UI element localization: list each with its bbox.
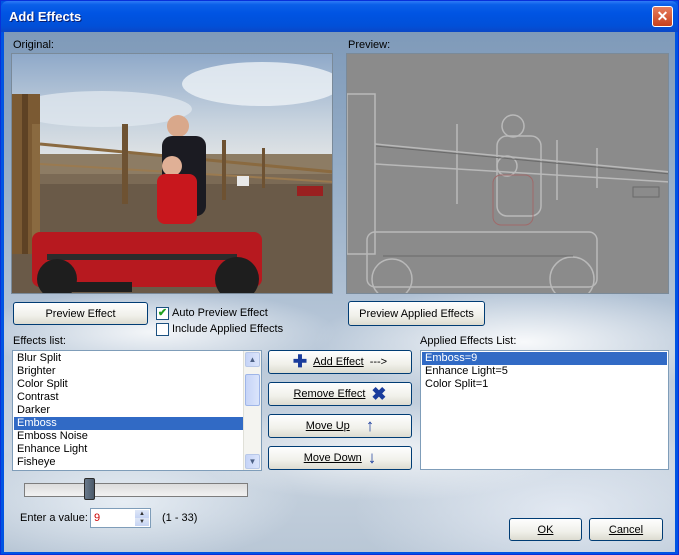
arrow-up-icon: ↑ xyxy=(365,416,375,435)
remove-effect-button[interactable]: Remove Effect ✖ xyxy=(268,382,412,406)
list-item[interactable]: Color Split xyxy=(14,378,244,391)
list-item[interactable]: Brighter xyxy=(14,365,244,378)
arrow-down-icon: ↓ xyxy=(367,448,377,467)
window-title: Add Effects xyxy=(9,9,82,24)
list-item[interactable]: Enhance Light=5 xyxy=(422,365,667,378)
original-photo xyxy=(12,54,332,293)
ok-label: OK xyxy=(537,523,554,536)
value-spinner[interactable]: 9 ▲ ▼ xyxy=(90,508,151,528)
value-input[interactable]: 9 xyxy=(94,512,100,524)
title-bar: Add Effects ✕ xyxy=(1,1,678,32)
list-item-selected[interactable]: Emboss xyxy=(14,417,244,430)
plus-icon: ✚ xyxy=(292,352,308,371)
list-item[interactable]: Darker xyxy=(14,404,244,417)
applied-list-label: Applied Effects List: xyxy=(420,335,517,347)
auto-preview-checkbox[interactable]: ✔ xyxy=(156,307,169,320)
spin-down-icon[interactable]: ▼ xyxy=(135,518,149,526)
include-applied-checkbox[interactable] xyxy=(156,323,169,336)
scroll-up-icon[interactable]: ▲ xyxy=(245,352,260,367)
value-label: Enter a value: xyxy=(20,512,88,524)
applied-effects-listbox[interactable]: Emboss=9 Enhance Light=5 Color Split=1 xyxy=(420,350,669,470)
arrow-right-icon: ---> xyxy=(369,356,388,368)
list-item[interactable]: Blur Split xyxy=(14,352,244,365)
preview-label: Preview: xyxy=(348,39,391,51)
value-slider-thumb[interactable] xyxy=(84,478,95,500)
spin-up-icon[interactable]: ▲ xyxy=(135,510,149,518)
close-icon: ✕ xyxy=(656,8,669,24)
preview-applied-label: Preview Applied Effects xyxy=(359,307,474,320)
include-applied-label: Include Applied Effects xyxy=(172,323,284,335)
list-item[interactable]: Emboss Noise xyxy=(14,430,244,443)
effects-items: Blur Split Brighter Color Split Contrast… xyxy=(14,352,244,469)
add-effects-dialog: Add Effects ✕ Original: Preview: Preview… xyxy=(0,0,679,555)
move-up-label: Move Up xyxy=(305,420,350,432)
close-button[interactable]: ✕ xyxy=(652,6,673,27)
auto-preview-label: Auto Preview Effect xyxy=(172,307,268,319)
preview-effect-button[interactable]: Preview Effect xyxy=(13,302,148,325)
remove-effect-label: Remove Effect xyxy=(293,388,366,400)
effects-listbox[interactable]: Blur Split Brighter Color Split Contrast… xyxy=(12,350,262,471)
move-down-button[interactable]: Move Down ↓ xyxy=(268,446,412,470)
list-item[interactable]: Contrast xyxy=(14,391,244,404)
cancel-button[interactable]: Cancel xyxy=(589,518,663,541)
list-item[interactable]: Color Split=1 xyxy=(422,378,667,391)
preview-image xyxy=(346,53,669,294)
list-item[interactable]: Enhance Light xyxy=(14,443,244,456)
list-item[interactable]: Fisheye xyxy=(14,456,244,469)
preview-effect-label: Preview Effect xyxy=(45,307,116,320)
list-item-selected[interactable]: Emboss=9 xyxy=(422,352,667,365)
x-icon: ✖ xyxy=(371,384,387,404)
move-down-label: Move Down xyxy=(303,452,362,464)
move-up-button[interactable]: Move Up ↑ xyxy=(268,414,412,438)
preview-applied-effects-button[interactable]: Preview Applied Effects xyxy=(348,301,485,326)
effects-list-label: Effects list: xyxy=(13,335,66,347)
original-image xyxy=(11,53,333,294)
cancel-label: Cancel xyxy=(608,523,644,536)
scroll-down-icon[interactable]: ▼ xyxy=(245,454,260,469)
value-slider-track[interactable] xyxy=(24,483,248,497)
add-effect-label: Add Effect xyxy=(313,356,364,368)
embossed-photo xyxy=(347,54,668,293)
effects-scrollbar[interactable]: ▲ ▼ xyxy=(243,351,261,470)
dialog-body: Original: Preview: Preview Effect ✔ Auto… xyxy=(4,32,675,552)
add-effect-button[interactable]: ✚ Add Effect ---> xyxy=(268,350,412,374)
applied-items: Emboss=9 Enhance Light=5 Color Split=1 xyxy=(422,352,667,391)
original-label: Original: xyxy=(13,39,54,51)
ok-button[interactable]: OK xyxy=(509,518,582,541)
scroll-thumb[interactable] xyxy=(245,374,260,406)
value-range: (1 - 33) xyxy=(162,512,198,524)
check-icon: ✔ xyxy=(157,307,168,319)
